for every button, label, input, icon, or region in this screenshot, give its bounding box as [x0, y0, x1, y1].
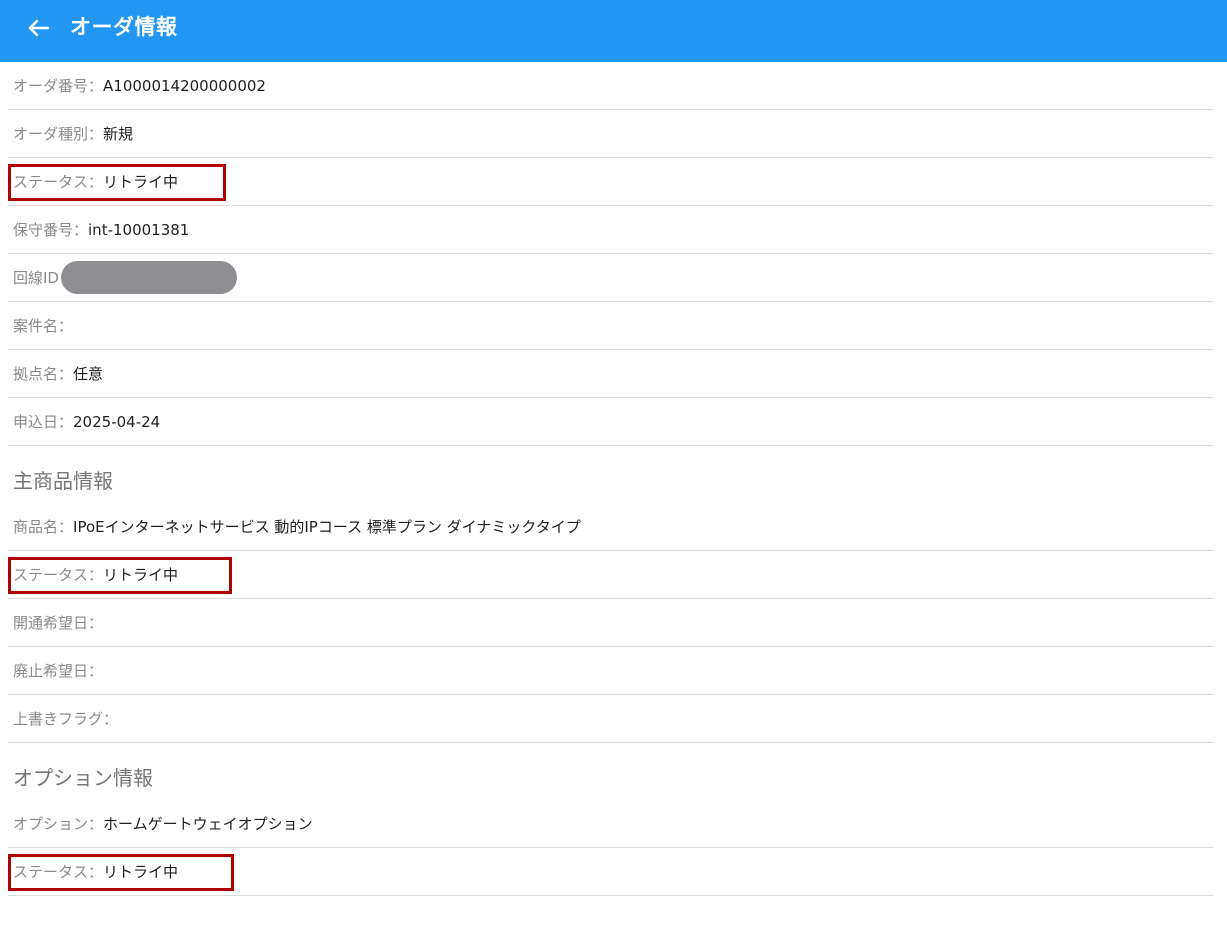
line-id-label: 回線ID — [13, 269, 59, 287]
maintenance-number-value: int-10001381 — [88, 220, 190, 239]
order-number-label: オーダ番号： — [13, 77, 104, 95]
site-name-row: 拠点名： 任意 — [8, 350, 1213, 398]
site-name-label: 拠点名： — [13, 365, 74, 383]
open-date-label: 開通希望日： — [13, 614, 104, 632]
status-highlight-box — [8, 854, 234, 891]
status-highlight-box — [8, 164, 226, 201]
option-status-row: ステータス： リトライ中 — [8, 848, 1213, 896]
option-name-value: ホームゲートウェイオプション — [103, 815, 313, 833]
order-detail: オーダ番号： A1000014200000002 オーダ種別： 新規 ステータス… — [0, 62, 1227, 896]
order-type-label: オーダ種別： — [13, 125, 104, 143]
product-status-row: ステータス： リトライ中 — [8, 551, 1213, 599]
option-name-label: オプション： — [13, 815, 104, 833]
product-name-label: 商品名： — [13, 518, 74, 536]
overwrite-flag-label: 上書きフラグ： — [13, 710, 119, 728]
maintenance-number-label: 保守番号： — [13, 221, 89, 239]
overwrite-flag-row: 上書きフラグ： — [8, 695, 1213, 743]
option-name-row: オプション： ホームゲートウェイオプション — [8, 800, 1213, 848]
open-date-row: 開通希望日： — [8, 599, 1213, 647]
app-bar: オーダ情報 — [0, 0, 1227, 62]
apply-date-value: 2025-04-24 — [73, 412, 161, 431]
option-section-title: オプション情報 — [13, 766, 153, 790]
project-name-label: 案件名： — [13, 317, 74, 335]
page-title: オーダ情報 — [70, 15, 178, 39]
product-name-row: 商品名： IPoEインターネットサービス 動的IPコース 標準プラン ダイナミッ… — [8, 503, 1213, 551]
order-type-value: 新規 — [103, 125, 134, 143]
close-date-row: 廃止希望日： — [8, 647, 1213, 695]
maintenance-number-row: 保守番号： int-10001381 — [8, 206, 1213, 254]
order-status-row: ステータス： リトライ中 — [8, 158, 1213, 206]
close-date-label: 廃止希望日： — [13, 662, 104, 680]
apply-date-row: 申込日： 2025-04-24 — [8, 398, 1213, 446]
site-name-value: 任意 — [73, 365, 104, 383]
order-number-row: オーダ番号： A1000014200000002 — [8, 62, 1213, 110]
order-number-value: A1000014200000002 — [103, 76, 266, 95]
project-name-row: 案件名： — [8, 302, 1213, 350]
apply-date-label: 申込日： — [13, 413, 74, 431]
arrow-left-icon[interactable] — [26, 15, 52, 41]
main-product-section-title: 主商品情報 — [13, 469, 113, 493]
redacted-value — [60, 261, 237, 294]
status-highlight-box — [8, 557, 232, 594]
line-id-row: 回線ID — [8, 254, 1213, 302]
product-name-value: IPoEインターネットサービス 動的IPコース 標準プラン ダイナミックタイプ — [73, 518, 581, 536]
order-type-row: オーダ種別： 新規 — [8, 110, 1213, 158]
